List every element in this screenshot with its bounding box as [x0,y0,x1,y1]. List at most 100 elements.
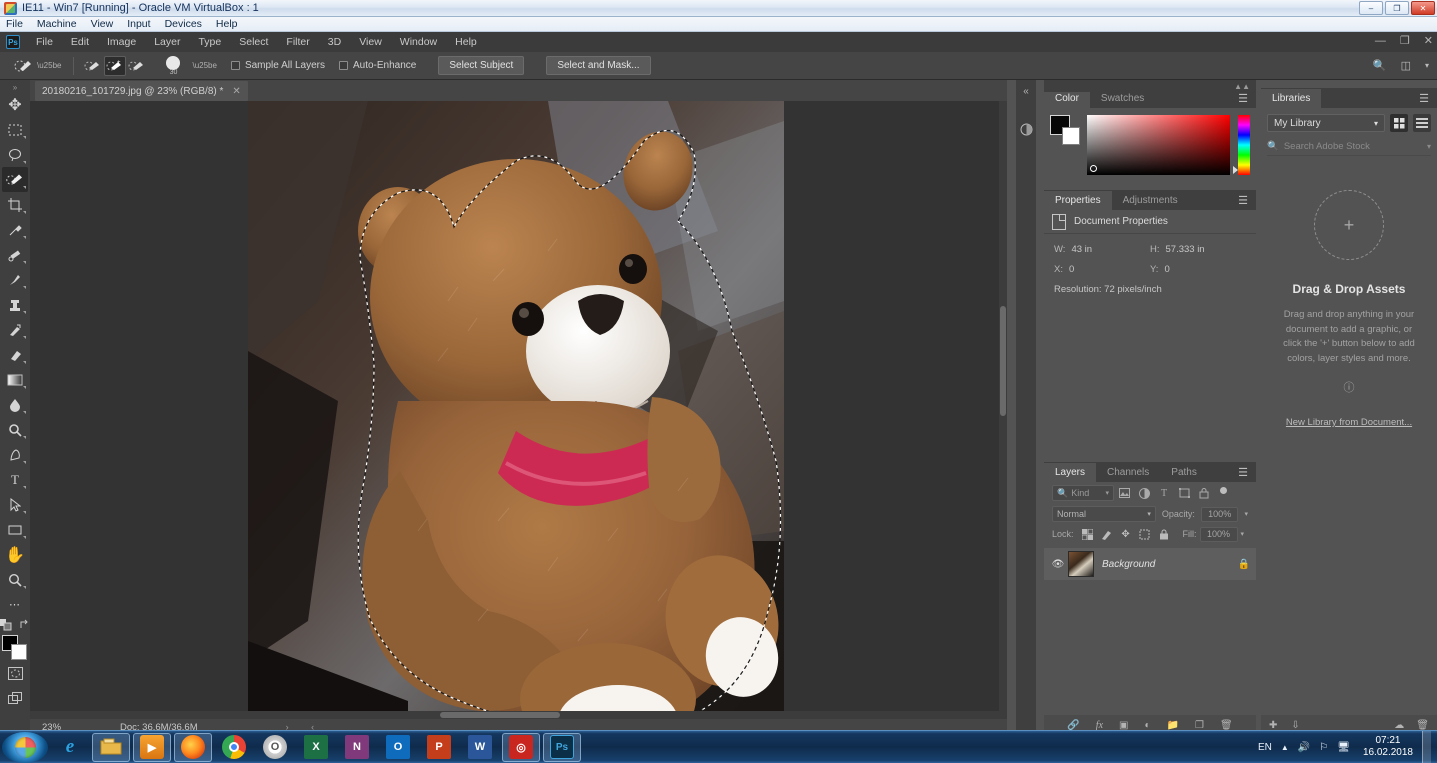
opacity-input[interactable]: 100% [1201,507,1239,522]
pixel-filter-icon[interactable] [1114,484,1134,502]
auto-enhance-option[interactable]: Auto-Enhance [339,60,416,71]
ps-menu-type[interactable]: Type [189,36,230,48]
plus-icon[interactable]: + [1314,190,1384,260]
taskbar-item-recording-app[interactable]: ◎ [502,733,540,762]
ps-menu-layer[interactable]: Layer [145,36,189,48]
brush-caret-icon[interactable]: \u25be [192,61,216,70]
ps-menu-file[interactable]: File [27,36,62,48]
move-tool[interactable]: ✥ [2,92,28,117]
tab-layers[interactable]: Layers [1044,463,1096,482]
fill-caret-icon[interactable]: ▾ [1241,530,1245,538]
select-subject-button[interactable]: Select Subject [438,56,524,75]
pen-tool[interactable] [2,442,28,467]
network-icon[interactable]: 🖥 [1337,742,1350,753]
default-colors-icon[interactable] [0,619,12,631]
properties-panel-menu-icon[interactable]: ☰ [1230,193,1256,210]
taskbar-item-outlook[interactable]: O [379,733,417,762]
upload-icon[interactable]: ⇩ [1291,720,1299,731]
layer-name[interactable]: Background [1102,559,1155,570]
taskbar-item-windows-explorer[interactable] [92,733,130,762]
ps-minimize-button[interactable]: — [1375,35,1386,47]
vbox-restore-button[interactable]: ❐ [1385,1,1409,15]
libraries-panel-menu-icon[interactable]: ☰ [1411,91,1437,108]
vbox-menu-file[interactable]: File [6,18,23,30]
add-to-selection-mode-button[interactable]: + [104,56,126,76]
taskbar-item-google-chrome[interactable] [215,733,253,762]
sample-all-layers-option[interactable]: Sample All Layers [231,60,325,71]
canvas-horizontal-scroll-thumb[interactable] [440,712,560,718]
eyedropper-tool[interactable] [2,217,28,242]
vbox-menu-view[interactable]: View [91,18,114,30]
color-panel-collapse-bar[interactable]: ▲▲ [1044,80,1256,92]
smart-object-filter-icon[interactable] [1194,484,1214,502]
property-width[interactable]: W: 43 in [1054,244,1150,255]
vbox-menu-devices[interactable]: Devices [165,18,202,30]
color-spectrum-field[interactable] [1087,115,1230,175]
tab-properties[interactable]: Properties [1044,191,1112,210]
workspace-icon[interactable]: ◫ [1401,59,1411,72]
property-height[interactable]: H: 57.333 in [1150,244,1246,255]
sample-all-layers-checkbox[interactable] [231,61,240,70]
document-tab[interactable]: 20180216_101729.jpg @ 23% (RGB/8) * ✕ [35,81,248,101]
lasso-tool[interactable] [2,142,28,167]
vbox-close-button[interactable]: ✕ [1411,1,1435,15]
dock-expand-icon[interactable]: « [1016,80,1036,102]
layer-row-background[interactable]: 👁 Background 🔒 [1044,548,1256,580]
canvas-area[interactable] [30,101,1007,719]
subtract-from-selection-mode-button[interactable] [126,56,148,76]
new-library-from-document-link[interactable]: New Library from Document... [1261,417,1437,428]
blend-mode-select[interactable]: Normal ▾ [1052,506,1156,522]
stock-search-row[interactable]: 🔍 Search Adobe Stock ▾ [1267,138,1431,156]
ps-menu-window[interactable]: Window [391,36,446,48]
search-icon[interactable]: 🔍 [1373,59,1387,72]
taskbar-clock[interactable]: 07:21 16.02.2018 [1363,735,1413,760]
taskbar-item-excel[interactable]: X [297,733,335,762]
show-desktop-button[interactable] [1422,731,1431,763]
tab-channels[interactable]: Channels [1096,463,1160,482]
taskbar-item-opera[interactable]: O [256,733,294,762]
layer-kind-filter[interactable]: 🔍 Kind ▾ [1052,485,1114,501]
eraser-tool[interactable] [2,342,28,367]
ps-menu-view[interactable]: View [350,36,391,48]
lock-position-icon[interactable]: ✥ [1118,526,1134,542]
shape-filter-icon[interactable] [1174,484,1194,502]
lock-transparent-pixels-icon[interactable] [1080,526,1096,542]
layer-lock-icon[interactable]: 🔒 [1238,559,1250,570]
list-view-icon[interactable] [1413,114,1431,132]
start-button[interactable] [2,732,48,763]
document-canvas[interactable] [248,101,784,719]
brush-size-picker[interactable]: 30 [160,56,186,76]
tool-preset-picker[interactable]: \u25be [10,56,65,76]
gradient-tool[interactable] [2,367,28,392]
select-and-mask-button[interactable]: Select and Mask... [546,56,650,75]
library-select[interactable]: My Library ▾ [1267,114,1385,132]
color-panel-swatches[interactable] [1050,115,1081,145]
canvas-horizontal-scrollbar[interactable] [30,711,1007,719]
rectangular-marquee-tool[interactable] [2,117,28,142]
new-group-icon[interactable]: 📁 [1167,720,1179,731]
ps-menu-filter[interactable]: Filter [277,36,318,48]
add-content-icon[interactable]: ✚ [1269,720,1277,731]
fill-input[interactable]: 100% [1200,527,1238,542]
adjustment-filter-icon[interactable] [1134,484,1154,502]
color-panel-dock-icon[interactable] [1016,118,1036,140]
dock-collapse-strip[interactable]: « [1016,80,1036,735]
security-alert-icon[interactable]: ⚐ [1319,742,1328,753]
hue-slider[interactable] [1238,115,1250,175]
color-background-swatch[interactable] [1062,127,1080,145]
ps-menu-help[interactable]: Help [446,36,486,48]
canvas-vertical-scrollbar[interactable] [999,101,1007,719]
ps-close-button[interactable]: ✕ [1424,34,1433,47]
dodge-tool[interactable] [2,417,28,442]
auto-enhance-checkbox[interactable] [339,61,348,70]
opacity-caret-icon[interactable]: ▾ [1244,510,1248,518]
link-layers-icon[interactable]: 🔗 [1067,720,1079,731]
taskbar-item-windows-media-player[interactable]: ▶ [133,733,171,762]
ps-menu-image[interactable]: Image [98,36,145,48]
layer-visibility-toggle-icon[interactable]: 👁 [1050,559,1066,570]
new-adjustment-layer-icon[interactable]: ◐ [1144,720,1150,731]
layer-style-fx-icon[interactable]: fx [1096,720,1103,731]
drag-drop-zone[interactable]: + Drag & Drop Assets Drag and drop anyth… [1261,162,1437,428]
quick-mask-button[interactable] [2,661,28,686]
property-x[interactable]: X: 0 [1054,264,1150,275]
